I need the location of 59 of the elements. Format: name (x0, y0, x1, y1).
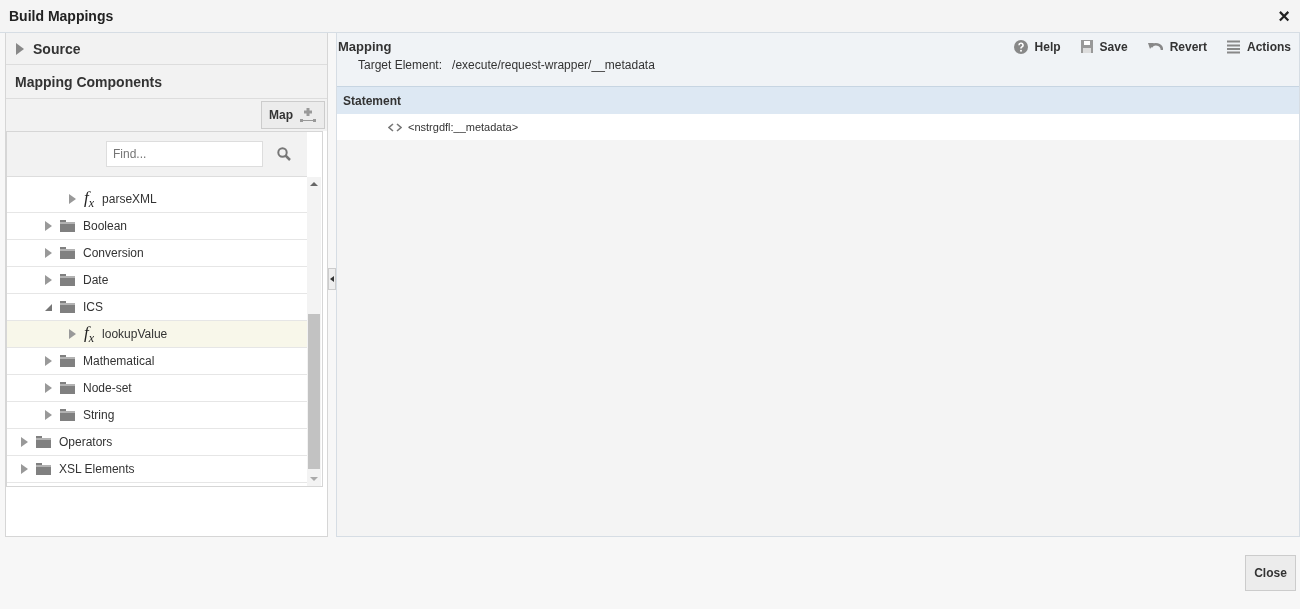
expand-icon[interactable] (45, 275, 52, 285)
search-icon[interactable] (277, 147, 291, 161)
help-icon (1013, 39, 1028, 54)
expand-icon[interactable] (69, 194, 76, 204)
toolbar-button[interactable]: Help (1013, 39, 1061, 54)
expand-icon[interactable] (45, 356, 52, 366)
expand-icon[interactable] (45, 383, 52, 393)
expand-icon[interactable] (45, 410, 52, 420)
folder-icon (60, 409, 75, 421)
expand-icon[interactable] (21, 437, 28, 447)
folder-icon (60, 382, 75, 394)
tree-item[interactable]: f$_{x}$ parseXML (7, 186, 307, 213)
tree-item[interactable]: Date (7, 267, 307, 294)
connector-add-icon (299, 107, 317, 123)
expand-icon (16, 42, 24, 55)
expand-icon[interactable] (45, 248, 52, 258)
toolbar-button[interactable]: Actions (1227, 39, 1291, 54)
folder-icon (60, 301, 75, 313)
statement-row[interactable]: <nstrgdfl:__metadata> (337, 114, 1299, 140)
tree-item[interactable]: String (7, 402, 307, 429)
collapse-handle[interactable] (328, 268, 336, 290)
folder-icon (60, 247, 75, 259)
expand-icon[interactable] (69, 329, 76, 339)
toolbar-button[interactable]: Save (1080, 39, 1128, 54)
scrollbar-thumb[interactable] (308, 314, 320, 469)
tree-item[interactable]: Conversion (7, 240, 307, 267)
section-title: Mapping Components (15, 73, 162, 90)
field-label: Target Element: (358, 58, 443, 72)
undo-arrow-icon (1147, 40, 1163, 53)
search-field[interactable]: Find... (106, 141, 263, 167)
folder-icon (60, 274, 75, 286)
expand-icon[interactable] (21, 464, 28, 474)
folder-icon (36, 436, 51, 448)
function-icon: f$_{x}$ (84, 323, 95, 345)
close-button[interactable]: × (1274, 6, 1294, 26)
collapse-icon[interactable] (45, 302, 52, 312)
tree-item[interactable]: Node-set (7, 375, 307, 402)
folder-icon (60, 355, 75, 367)
map-button[interactable]: Map (261, 101, 325, 129)
scroll-down-icon[interactable] (310, 476, 318, 482)
code-icon (388, 122, 402, 132)
target-path: /execute/request-wrapper/__metadata (452, 58, 655, 72)
tree-item[interactable]: Mathematical (7, 348, 307, 375)
column-header: Statement (343, 93, 401, 108)
close-button[interactable]: Close (1245, 555, 1296, 591)
folder-icon (36, 463, 51, 475)
tree-item[interactable]: f$_{x}$ lookupValue (7, 321, 307, 348)
scroll-up-icon[interactable] (310, 181, 318, 187)
expand-icon[interactable] (45, 221, 52, 231)
tree-item[interactable]: Operators (7, 429, 307, 456)
window-title: Build Mappings (9, 8, 114, 24)
menu-icon (1227, 39, 1240, 54)
function-icon: f$_{x}$ (84, 188, 95, 210)
source-header[interactable]: Source (6, 33, 327, 65)
folder-icon (60, 220, 75, 232)
toolbar-button[interactable]: Revert (1147, 39, 1207, 54)
tree-item[interactable]: Boolean (7, 213, 307, 240)
panel-title: Mapping (337, 39, 392, 54)
tree-item[interactable]: XSL Elements (7, 456, 307, 483)
